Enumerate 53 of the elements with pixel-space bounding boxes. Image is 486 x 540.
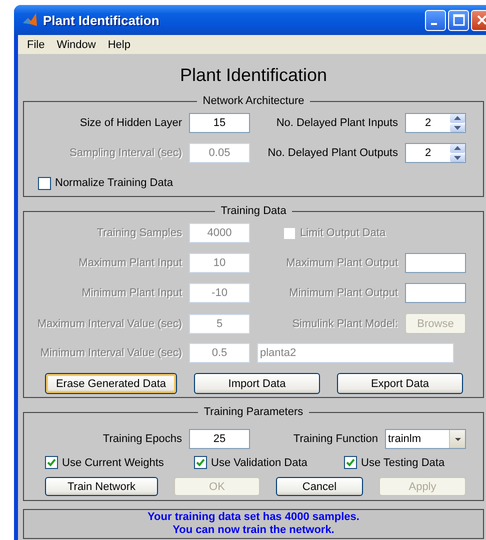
field-label: Simulink Plant Model: [291, 318, 398, 330]
maximize-button[interactable] [448, 10, 469, 30]
input-field[interactable]: 15 [189, 113, 250, 133]
field-label: Maximum Interval Value (sec) [36, 318, 182, 330]
menu-item[interactable]: File [21, 38, 51, 50]
spinner-field[interactable]: 2 [405, 113, 466, 133]
panel-title: Training Parameters [202, 406, 304, 419]
window-title: Plant Identification [43, 12, 160, 28]
maximize-icon [452, 14, 464, 26]
field-label: Size of Hidden Layer [78, 117, 182, 129]
menu-item[interactable]: Help [102, 38, 136, 50]
button[interactable]: Train Network [45, 477, 158, 496]
button[interactable]: Export Data [337, 373, 463, 394]
status-message: Your training data set has 4000 samples. [146, 511, 360, 524]
field-label: Minimum Interval Value (sec) [39, 347, 182, 359]
close-button[interactable] [471, 10, 486, 30]
panel-title: Training Data [220, 205, 288, 218]
input-field[interactable] [405, 253, 466, 273]
checkbox-label: Limit Output Data [300, 227, 386, 239]
checkbox[interactable] [45, 456, 58, 469]
field-label: Training Samples [96, 227, 182, 239]
panel-title: Network Architecture [202, 95, 306, 108]
field-label: Maximum Plant Output [285, 257, 398, 269]
field-label: No. Delayed Plant Outputs [266, 147, 398, 159]
field-label: Maximum Plant Input [78, 257, 182, 269]
input-field[interactable] [405, 283, 466, 303]
checkbox-label: Use Testing Data [361, 456, 445, 468]
field-label: No. Delayed Plant Inputs [275, 117, 398, 129]
checkbox-label: Use Current Weights [62, 456, 164, 468]
app-icon [22, 12, 38, 28]
checkbox[interactable] [194, 456, 207, 469]
button[interactable]: Cancel [276, 477, 363, 496]
input-field[interactable]: 25 [189, 429, 250, 449]
caret-icon [454, 438, 460, 440]
menu-item[interactable]: Window [50, 38, 102, 50]
field-label: Sampling Interval (sec) [68, 147, 182, 159]
close-icon [476, 14, 486, 26]
checkbox-label: Use Validation Data [211, 456, 308, 468]
minimize-button[interactable] [425, 10, 446, 30]
status-message: You can now train the network. [172, 524, 336, 537]
field-label: Training Function [292, 433, 378, 445]
dropdown[interactable]: trainlm [385, 429, 466, 449]
field-label: Minimum Plant Output [288, 287, 398, 299]
minimize-icon [431, 23, 437, 25]
button[interactable]: Import Data [194, 373, 320, 394]
field-label: Minimum Plant Input [80, 287, 182, 299]
heading: Plant Identification [178, 64, 328, 86]
field-label: Training Epochs [102, 433, 182, 445]
checkbox-label: Normalize Training Data [55, 177, 173, 189]
checkbox[interactable] [38, 176, 51, 190]
spinner-field[interactable]: 2 [405, 143, 466, 163]
button[interactable]: Erase Generated Data [45, 373, 177, 394]
checkbox[interactable] [344, 456, 357, 469]
